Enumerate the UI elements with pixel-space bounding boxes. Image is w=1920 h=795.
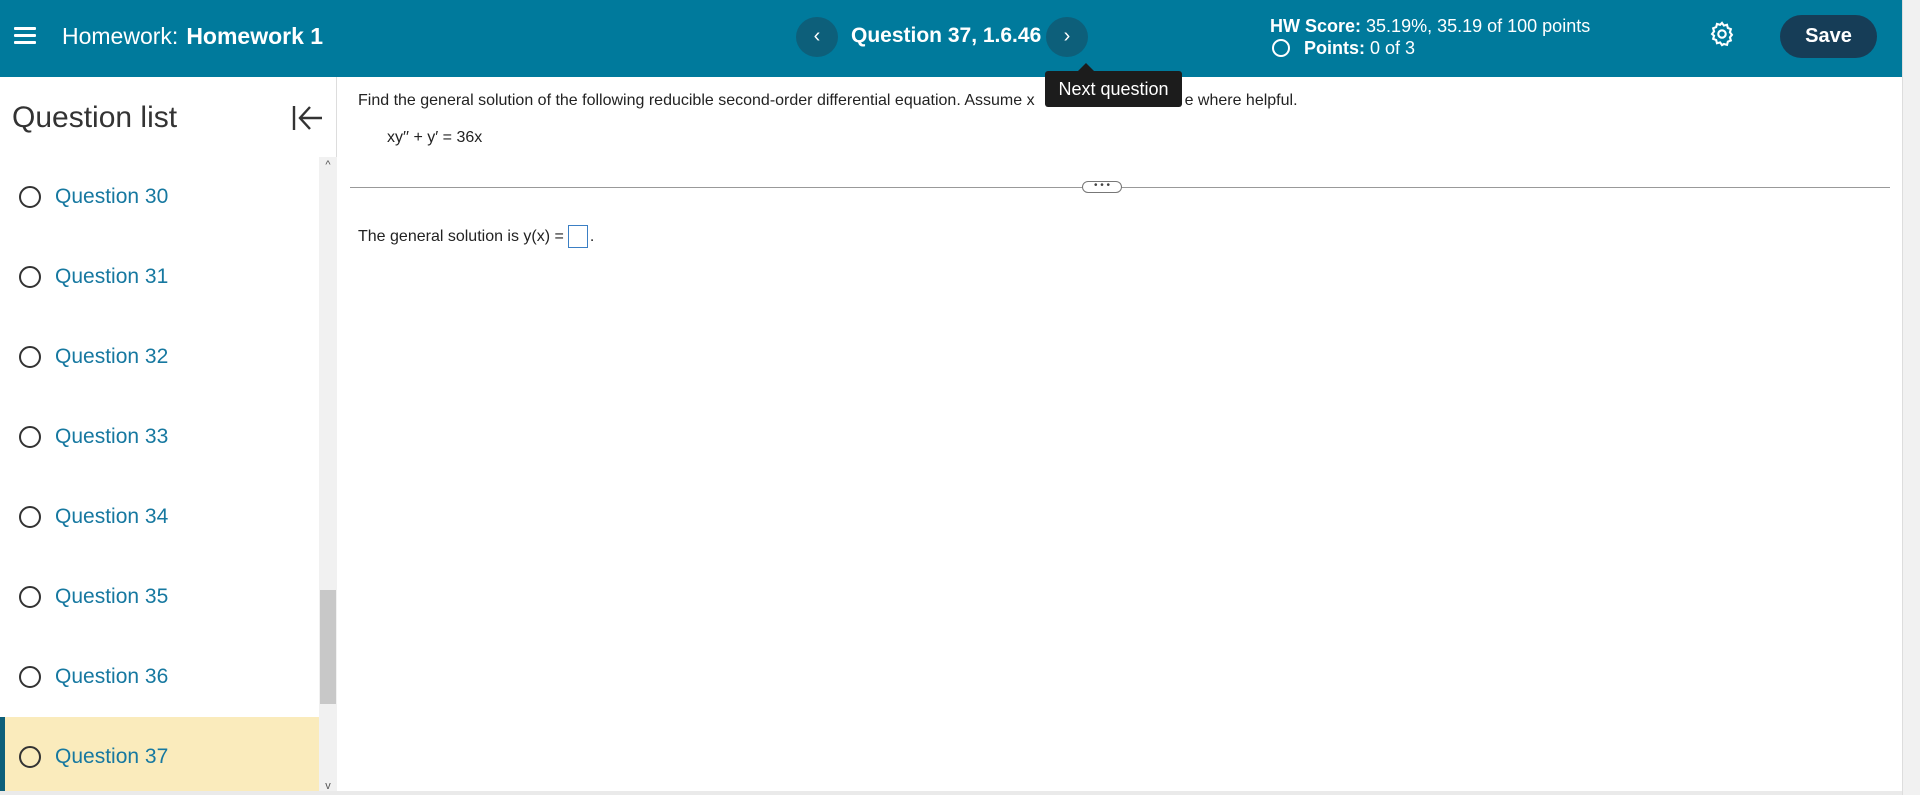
homework-title: Homework: Homework 1: [62, 23, 323, 50]
question-list-item-35[interactable]: Question 35: [0, 557, 319, 637]
save-button[interactable]: Save: [1780, 15, 1877, 58]
sidebar-header: Question list: [0, 77, 337, 157]
next-question-tooltip: Next question: [1045, 63, 1182, 107]
points-status-circle-icon: [1272, 39, 1290, 57]
question-status-circle-icon: [19, 586, 41, 608]
homework-name: Homework 1: [186, 23, 324, 49]
question-status-circle-icon: [19, 346, 41, 368]
question-status-circle-icon: [19, 266, 41, 288]
question-list-item-label: Question 36: [55, 665, 169, 688]
question-list-item-31[interactable]: Question 31: [0, 237, 319, 317]
question-list-item-label: Question 35: [55, 585, 169, 608]
question-list-item-label: Question 33: [55, 425, 169, 448]
sidebar-scrollbar[interactable]: ^ v: [319, 157, 337, 794]
scroll-up-arrow-icon[interactable]: ^: [319, 157, 337, 173]
hw-score-value: 35.19%, 35.19 of 100 points: [1366, 16, 1591, 36]
question-list-item-label: Question 34: [55, 505, 169, 528]
question-list-item-label: Question 37: [55, 745, 169, 768]
bottom-edge: [0, 791, 1902, 795]
collapse-sidebar-icon[interactable]: [290, 103, 324, 133]
settings-gear-icon[interactable]: [1708, 20, 1736, 48]
page-scrollbar[interactable]: [1902, 0, 1920, 795]
question-title: Question 37, 1.6.46: [851, 24, 1042, 47]
points-value: 0 of 3: [1370, 38, 1416, 58]
instructions-start: Find the general solution of the followi…: [358, 92, 1035, 109]
hw-score-label: HW Score:: [1270, 16, 1362, 36]
question-list: Question 30 Question 31 Question 32 Ques…: [0, 157, 319, 794]
homework-prefix: Homework:: [62, 23, 179, 49]
question-list-item-33[interactable]: Question 33: [0, 397, 319, 477]
points-row: Points: 0 of 3: [1270, 37, 1590, 59]
scrollbar-thumb[interactable]: [320, 590, 336, 704]
question-status-circle-icon: [19, 746, 41, 768]
question-list-item-30[interactable]: Question 30: [0, 157, 319, 237]
question-list-item-32[interactable]: Question 32: [0, 317, 319, 397]
answer-input-box[interactable]: [567, 225, 588, 248]
question-list-item-37-active[interactable]: Question 37: [0, 717, 319, 794]
answer-suffix: .: [589, 227, 595, 245]
next-question-button[interactable]: ›: [1046, 17, 1088, 57]
answer-row: The general solution is y(x) = .: [358, 225, 594, 248]
question-list-item-label: Question 30: [55, 185, 169, 208]
previous-question-button[interactable]: ‹: [796, 17, 838, 57]
differential-equation: xy′′ + y′ = 36x: [387, 129, 483, 146]
question-status-circle-icon: [19, 506, 41, 528]
question-status-circle-icon: [19, 186, 41, 208]
hw-score: HW Score: 35.19%, 35.19 of 100 points: [1270, 15, 1590, 37]
question-list-sidebar: Question list Question 30 Question 31 Qu…: [0, 77, 337, 795]
points-label: Points:: [1304, 38, 1365, 58]
question-list-item-36[interactable]: Question 36: [0, 637, 319, 717]
question-content: Find the general solution of the followi…: [338, 77, 1902, 795]
question-list-item-label: Question 32: [55, 345, 169, 368]
instructions-end: e where helpful.: [1184, 92, 1298, 109]
question-list-item-34[interactable]: Question 34: [0, 477, 319, 557]
question-status-circle-icon: [19, 666, 41, 688]
answer-prompt: The general solution is y(x) =: [358, 227, 564, 245]
score-block: HW Score: 35.19%, 35.19 of 100 points Po…: [1270, 15, 1590, 59]
question-status-circle-icon: [19, 426, 41, 448]
question-list-item-label: Question 31: [55, 265, 169, 288]
divider-resize-handle[interactable]: • • •: [1082, 181, 1122, 193]
sidebar-title: Question list: [12, 101, 178, 134]
top-header: Homework: Homework 1 ‹ Question 37, 1.6.4…: [0, 0, 1902, 77]
hamburger-menu-icon[interactable]: [14, 24, 36, 46]
